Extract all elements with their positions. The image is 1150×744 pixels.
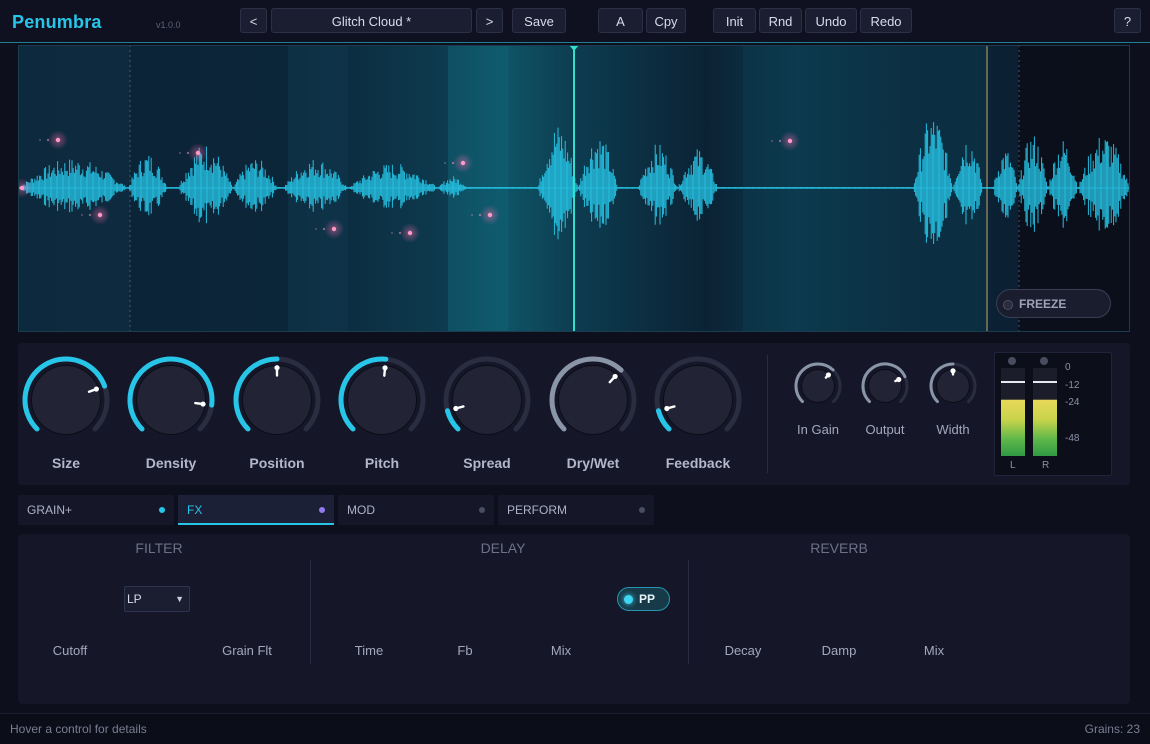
size-knob[interactable]	[22, 356, 110, 435]
tab-mod[interactable]: MOD	[338, 495, 494, 525]
tab-fx[interactable]: FX	[178, 495, 334, 525]
tab-mod-label: MOD	[347, 503, 375, 517]
density-label: Density	[145, 455, 197, 471]
meter-peak-left	[1001, 381, 1025, 383]
tab-fx-label: FX	[187, 503, 203, 517]
width-knob[interactable]	[929, 362, 977, 404]
drywet-label: Dry/Wet	[566, 455, 620, 471]
fx-divider-2	[688, 560, 689, 664]
density-knob[interactable]	[127, 356, 215, 435]
filter-type-select[interactable]: LP ▼	[124, 586, 190, 612]
meter-tick-48: -48	[1065, 433, 1080, 444]
feedback-knob[interactable]	[654, 356, 742, 435]
reverb-section-title: REVERB	[810, 540, 868, 556]
size-label: Size	[51, 455, 80, 471]
chevron-down-icon: ▼	[175, 594, 184, 604]
tab-grain-plus-indicator	[159, 507, 165, 513]
meter-bar-left	[1001, 399, 1025, 456]
tab-mod-indicator	[479, 507, 485, 513]
meter-peak-right	[1033, 381, 1057, 383]
delay-mix-label: Mix	[550, 643, 572, 658]
spread-knob[interactable]	[443, 356, 531, 435]
tab-fx-indicator	[319, 507, 325, 513]
meter-clip-led-right	[1040, 357, 1048, 365]
output-knob[interactable]	[861, 362, 909, 404]
fx-divider-1	[310, 560, 311, 664]
meter-tick-12: -12	[1065, 380, 1080, 391]
meter-left-label: L	[1010, 460, 1016, 471]
meter-bar-right	[1033, 399, 1057, 456]
tab-perform[interactable]: PERFORM	[498, 495, 654, 525]
tab-perform-label: PERFORM	[507, 503, 567, 517]
tab-perform-indicator	[639, 507, 645, 513]
panel-divider	[767, 355, 768, 473]
tab-grain-plus[interactable]: GRAIN+	[18, 495, 174, 525]
cutoff-label: Cutoff	[52, 643, 88, 658]
reverb-damp-label: Damp	[821, 643, 857, 658]
delay-section-title: DELAY	[480, 540, 526, 556]
meter-clip-led-left	[1008, 357, 1016, 365]
reverb-mix-label: Mix	[923, 643, 945, 658]
spread-label: Spread	[463, 455, 511, 471]
output-meter: 0 -12 -24 -48 L R	[994, 352, 1112, 476]
meter-right-label: R	[1042, 460, 1050, 471]
feedback-label: Feedback	[665, 455, 731, 471]
ping-pong-toggle[interactable]: PP	[617, 587, 670, 611]
reverb-decay-label: Decay	[724, 643, 762, 658]
in-gain-knob[interactable]	[794, 362, 842, 404]
position-label: Position	[249, 455, 305, 471]
filter-section-title: FILTER	[135, 540, 183, 556]
drywet-knob[interactable]	[549, 356, 637, 435]
tab-grain-plus-label: GRAIN+	[27, 503, 73, 517]
pitch-knob[interactable]	[338, 356, 426, 435]
position-knob[interactable]	[233, 356, 321, 435]
delay-feedback-label: Fb	[457, 643, 473, 658]
ping-pong-label: PP	[639, 592, 656, 606]
width-label: Width	[936, 422, 970, 437]
meter-tick-24: -24	[1065, 397, 1080, 408]
ping-pong-led	[624, 595, 633, 604]
grain-filter-label: Grain Flt	[222, 643, 272, 658]
status-hint: Hover a control for details	[10, 722, 147, 736]
meter-tick-0: 0	[1065, 362, 1071, 373]
fx-panel	[18, 534, 1130, 704]
grain-count: Grains: 23	[1084, 722, 1140, 736]
status-bar: Hover a control for details Grains: 23	[0, 713, 1150, 744]
delay-time-label: Time	[354, 643, 384, 658]
pitch-label: Pitch	[364, 455, 400, 471]
filter-type-value: LP	[127, 592, 142, 606]
